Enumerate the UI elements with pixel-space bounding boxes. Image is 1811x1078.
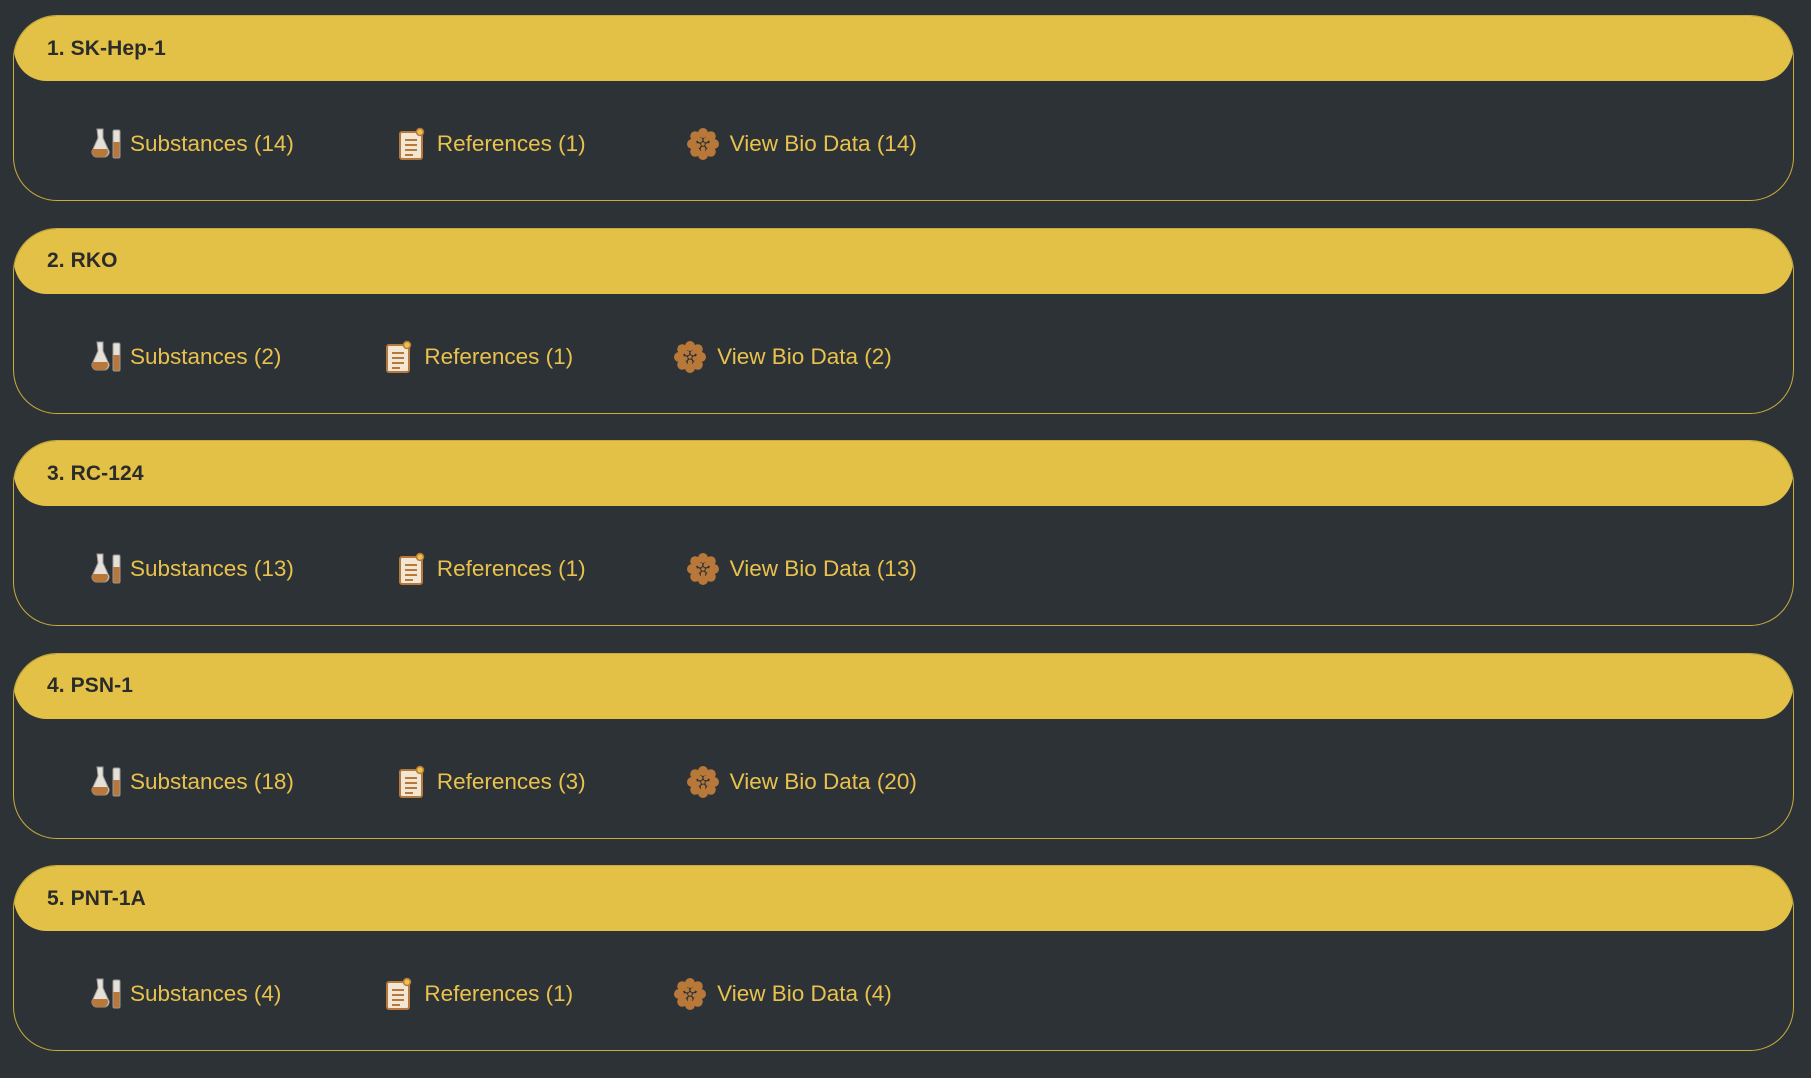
- substances-label: Substances (4): [130, 981, 282, 1006]
- bio-data-label: View Bio Data (20): [729, 768, 917, 794]
- substances-label: Substances (18): [130, 768, 294, 794]
- bio-data-label: View Bio Data (14): [729, 131, 917, 156]
- substances-link[interactable]: Substances (18): [91, 765, 294, 799]
- flask-icon: [91, 977, 123, 1011]
- cell-line-header[interactable]: 2. RKO: [14, 228, 1793, 294]
- references-link[interactable]: References (1): [397, 127, 586, 161]
- references-link[interactable]: References (3): [397, 765, 586, 799]
- bio-data-link[interactable]: View Bio Data (13): [686, 552, 917, 586]
- bio-data-link[interactable]: View Bio Data (4): [673, 977, 892, 1011]
- cell-cluster-icon: [673, 340, 707, 374]
- bio-data-link[interactable]: View Bio Data (2): [673, 340, 892, 374]
- cell-line-links: Substances (14) References (1) View Bio …: [91, 124, 917, 164]
- substances-link[interactable]: Substances (2): [91, 340, 281, 374]
- cell-line-title: 1. SK-Hep-1: [47, 36, 166, 60]
- cell-line-title: 5. PNT-1A: [47, 886, 146, 910]
- flask-icon: [91, 340, 123, 374]
- substances-label: Substances (13): [130, 556, 294, 581]
- cell-line-card: 5. PNT-1A Substances (4) References (1) …: [13, 865, 1794, 1051]
- substances-link[interactable]: Substances (13): [91, 552, 294, 586]
- substances-link[interactable]: Substances (4): [91, 977, 281, 1011]
- cell-cluster-icon: [673, 977, 707, 1011]
- flask-icon: [91, 765, 123, 799]
- document-icon: [384, 977, 414, 1011]
- cell-line-title: 4. PSN-1: [47, 674, 133, 697]
- cell-line-links: Substances (4) References (1) View Bio D…: [91, 974, 892, 1014]
- cell-cluster-icon: [686, 765, 720, 799]
- flask-icon: [91, 552, 123, 586]
- cell-cluster-icon: [686, 127, 720, 161]
- cell-line-title: 3. RC-124: [47, 461, 144, 485]
- references-label: References (1): [436, 556, 586, 581]
- cell-line-links: Substances (2) References (1) View Bio D…: [91, 337, 892, 377]
- references-link[interactable]: References (1): [397, 552, 586, 586]
- cell-line-list: 1. SK-Hep-1 Substances (14) References (…: [13, 15, 1794, 1078]
- references-label: References (1): [436, 131, 586, 156]
- substances-label: Substances (2): [130, 343, 282, 369]
- references-label: References (1): [424, 981, 574, 1006]
- cell-line-header[interactable]: 4. PSN-1: [14, 653, 1793, 719]
- cell-cluster-icon: [686, 552, 720, 586]
- cell-line-card: 1. SK-Hep-1 Substances (14) References (…: [13, 15, 1794, 201]
- bio-data-link[interactable]: View Bio Data (20): [686, 765, 917, 799]
- cell-line-header[interactable]: 1. SK-Hep-1: [14, 16, 1793, 81]
- document-icon: [397, 765, 427, 799]
- document-icon: [397, 552, 427, 586]
- cell-line-card: 3. RC-124 Substances (13) References (1)…: [13, 440, 1794, 626]
- cell-line-links: Substances (18) References (3) View Bio …: [91, 762, 917, 802]
- references-link[interactable]: References (1): [384, 977, 573, 1011]
- bio-data-link[interactable]: View Bio Data (14): [686, 127, 917, 161]
- document-icon: [397, 127, 427, 161]
- flask-icon: [91, 127, 123, 161]
- bio-data-label: View Bio Data (13): [729, 556, 917, 581]
- substances-label: Substances (14): [130, 131, 294, 156]
- substances-link[interactable]: Substances (14): [91, 127, 294, 161]
- cell-line-card: 2. RKO Substances (2) References (1) Vie…: [13, 227, 1794, 414]
- cell-line-links: Substances (13) References (1) View Bio …: [91, 549, 917, 589]
- cell-line-card: 4. PSN-1 Substances (18) References (3) …: [13, 652, 1794, 839]
- document-icon: [384, 340, 414, 374]
- cell-line-header[interactable]: 3. RC-124: [14, 441, 1793, 506]
- bio-data-label: View Bio Data (4): [717, 981, 892, 1006]
- cell-line-header[interactable]: 5. PNT-1A: [14, 866, 1793, 931]
- references-label: References (1): [424, 343, 574, 369]
- references-label: References (3): [436, 768, 586, 794]
- bio-data-label: View Bio Data (2): [717, 343, 892, 369]
- cell-line-title: 2. RKO: [47, 249, 118, 272]
- references-link[interactable]: References (1): [384, 340, 573, 374]
